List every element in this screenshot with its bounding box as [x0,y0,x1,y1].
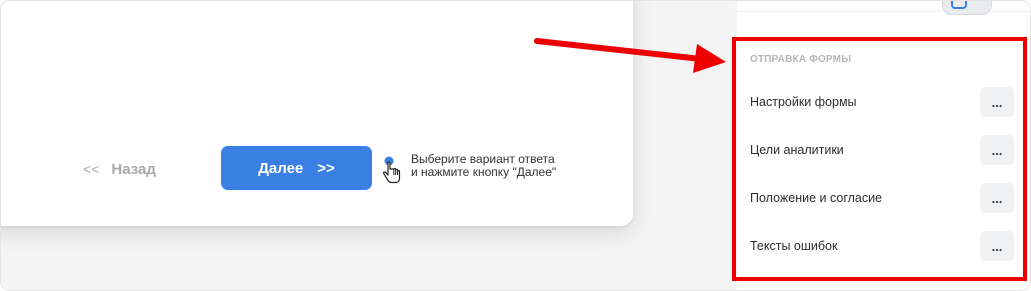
back-button-label: Назад [111,160,156,178]
double-chevron-right-icon: >> [317,159,335,177]
hand-pointer-icon [381,153,403,185]
hint-line-1: Выберите вариант ответа [411,152,555,166]
double-chevron-left-icon: << [83,161,100,177]
toggle-knob [951,1,967,9]
highlight-annotation-box [732,37,1027,281]
app-frame: << Назад Далее >> Выберите вариант ответ… [0,0,1031,291]
annotation-arrow-icon [534,38,726,73]
hint-line-2: и нажмите кнопку "Далее" [411,165,557,179]
toggle-switch[interactable] [942,1,992,15]
next-button[interactable]: Далее >> [221,146,372,190]
back-button[interactable]: << Назад [83,157,156,181]
answer-hint: Выберите вариант ответа и нажмите кнопку… [381,153,556,185]
hint-text: Выберите вариант ответа и нажмите кнопку… [411,153,556,179]
next-button-label: Далее [258,159,304,177]
